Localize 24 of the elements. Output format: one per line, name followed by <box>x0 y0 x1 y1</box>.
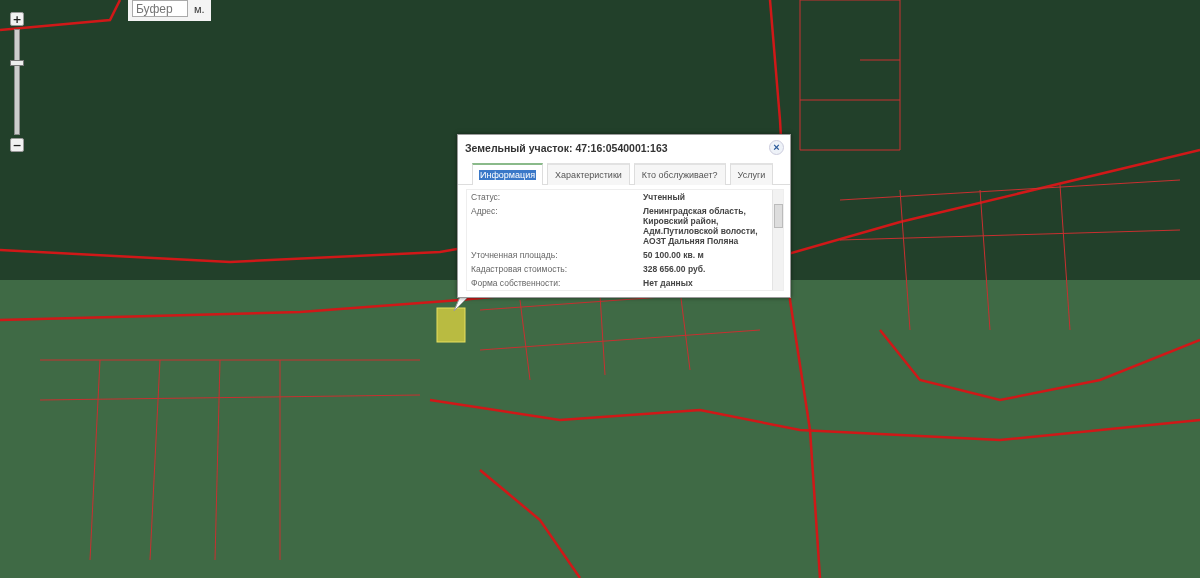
field-value: Учтенный <box>643 192 686 202</box>
close-button[interactable]: × <box>769 140 784 155</box>
satellite-map[interactable] <box>0 0 1200 578</box>
field-value: 50 100.00 кв. м <box>643 250 705 260</box>
field-label: Кадастровая стоимость: <box>471 264 569 274</box>
scrollbar[interactable] <box>772 190 783 290</box>
field-label: Адрес: <box>471 206 499 218</box>
tab[interactable]: Характеристики <box>547 163 630 185</box>
tab[interactable]: Информация <box>472 163 544 185</box>
field-value: Нет данных <box>643 278 694 288</box>
field-value: Ленинградская область, Кировский район, Адм.Путиловской волости, АОЗТ Дальняя Поляна <box>643 206 759 246</box>
tab[interactable]: Услуги <box>729 163 774 185</box>
zoom-slider-thumb[interactable] <box>10 60 24 67</box>
zoom-in-button[interactable]: + <box>10 12 24 26</box>
popup-title: Земельный участок: 47:16:0540001:163 <box>465 141 668 154</box>
tab[interactable]: Кто обслуживает? <box>633 163 726 185</box>
selected-parcel-icon[interactable] <box>436 307 466 343</box>
zoom-out-button[interactable]: − <box>10 138 24 152</box>
field-label: Уточненная площадь: <box>471 250 559 260</box>
field-label: Форма собственности: <box>471 278 562 288</box>
buffer-input[interactable]: Буфер <box>132 0 188 17</box>
field-label: Статус: <box>471 192 502 202</box>
unit-label: м. <box>194 2 205 15</box>
field-value: 328 656.00 руб. <box>643 264 707 274</box>
